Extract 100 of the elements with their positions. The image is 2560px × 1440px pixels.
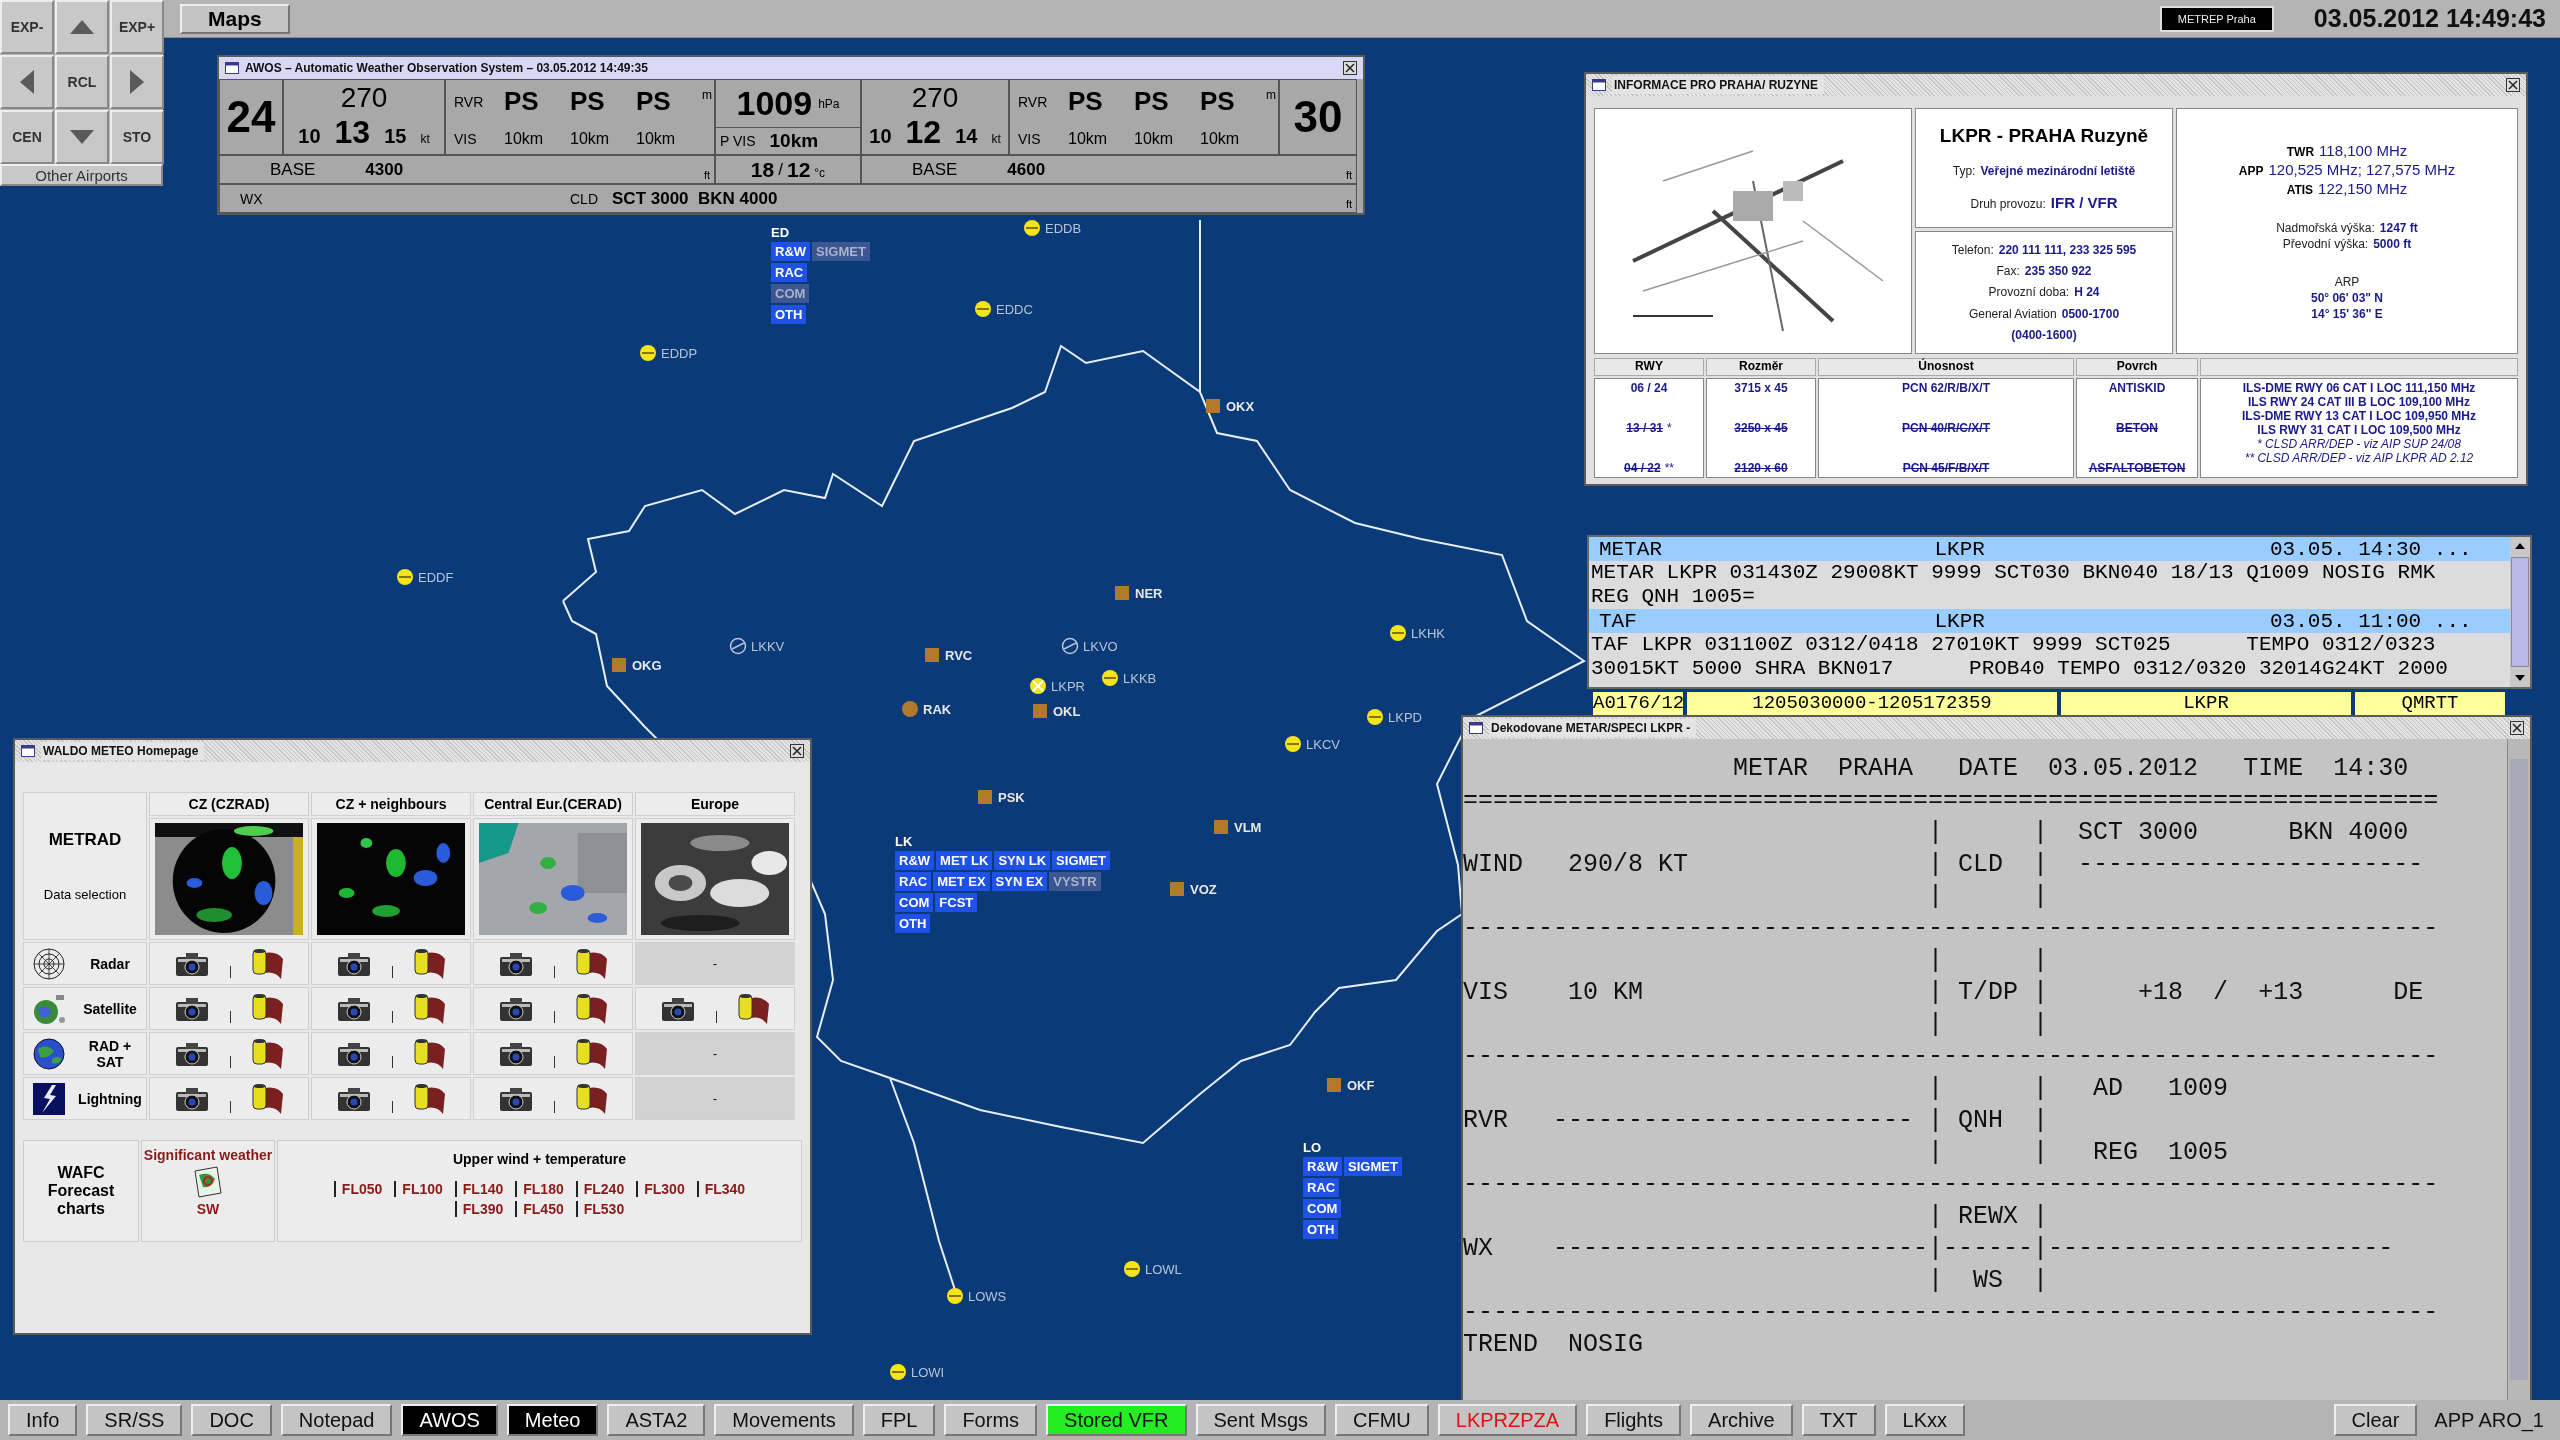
arrow-button[interactable] bbox=[0, 55, 54, 109]
flight-level-link[interactable]: FL450 bbox=[515, 1201, 564, 1217]
crossed-circle-icon[interactable] bbox=[729, 637, 747, 655]
arrow-button[interactable] bbox=[55, 110, 109, 164]
film-roll-icon[interactable] bbox=[250, 1036, 285, 1071]
message-button[interactable]: RAC bbox=[895, 872, 932, 891]
message-button[interactable]: R&W bbox=[771, 242, 811, 261]
close-icon[interactable] bbox=[790, 744, 804, 758]
taskbar-button[interactable]: ASTA2 bbox=[607, 1404, 706, 1436]
arrow-button[interactable] bbox=[55, 0, 109, 54]
message-button[interactable]: COM bbox=[895, 893, 934, 912]
airport-icon[interactable] bbox=[1101, 669, 1119, 687]
message-button[interactable]: R&W bbox=[895, 851, 935, 870]
film-roll-icon[interactable] bbox=[250, 991, 285, 1026]
flight-level-link[interactable]: FL530 bbox=[575, 1201, 625, 1217]
film-roll-icon[interactable] bbox=[574, 991, 609, 1026]
airport-icon[interactable] bbox=[889, 1363, 907, 1381]
message-button[interactable]: MET LK bbox=[936, 851, 993, 870]
flight-level-link[interactable]: FL140 bbox=[454, 1181, 504, 1197]
taskbar-button[interactable]: CFMU bbox=[1335, 1404, 1429, 1436]
sigwx-link[interactable]: SW bbox=[196, 1201, 220, 1217]
square-marker-icon[interactable] bbox=[923, 646, 941, 664]
flight-level-link[interactable]: FL050 bbox=[333, 1181, 383, 1197]
square-marker-icon[interactable] bbox=[1113, 584, 1131, 602]
film-roll-icon[interactable] bbox=[574, 946, 609, 981]
taskbar-button[interactable]: Meteo bbox=[506, 1404, 599, 1436]
airport-icon[interactable] bbox=[1023, 219, 1041, 237]
message-button[interactable]: COM bbox=[1303, 1199, 1342, 1218]
taskbar-button[interactable]: DOC bbox=[191, 1404, 272, 1436]
scrollbar[interactable] bbox=[2507, 739, 2530, 1400]
taskbar-button[interactable]: Archive bbox=[1690, 1404, 1793, 1436]
message-button[interactable]: SIGMET bbox=[1344, 1157, 1402, 1176]
taskbar-button[interactable]: Notepad bbox=[280, 1404, 393, 1436]
airport-icon[interactable] bbox=[396, 568, 414, 586]
taskbar-button[interactable]: AWOS bbox=[401, 1404, 498, 1436]
square-marker-icon[interactable] bbox=[976, 788, 994, 806]
message-button[interactable]: OTH bbox=[771, 305, 807, 324]
message-button[interactable]: SIGMET bbox=[1052, 851, 1110, 870]
airport-icon[interactable] bbox=[946, 1287, 964, 1305]
airport-icon[interactable] bbox=[1029, 677, 1047, 695]
close-icon[interactable] bbox=[2506, 78, 2520, 92]
film-roll-icon[interactable] bbox=[412, 1036, 447, 1071]
arrow-button[interactable] bbox=[110, 55, 164, 109]
map-control-button[interactable]: EXP- bbox=[0, 0, 54, 54]
square-marker-icon[interactable] bbox=[1212, 818, 1230, 836]
taskbar-button[interactable]: Stored VFR bbox=[1046, 1404, 1187, 1436]
other-airports-button[interactable]: Other Airports bbox=[0, 164, 163, 186]
taskbar-button[interactable]: Info bbox=[8, 1404, 78, 1436]
message-button[interactable]: RAC bbox=[1303, 1178, 1340, 1197]
film-roll-icon[interactable] bbox=[574, 1036, 609, 1071]
square-marker-icon[interactable] bbox=[1168, 880, 1186, 898]
airport-icon[interactable] bbox=[974, 300, 992, 318]
square-marker-icon[interactable] bbox=[1204, 397, 1222, 415]
taskbar-button[interactable]: LKxx bbox=[1884, 1404, 1965, 1436]
taskbar-button[interactable]: Sent Msgs bbox=[1195, 1404, 1326, 1436]
message-button[interactable]: FCST bbox=[935, 893, 978, 912]
message-button[interactable]: MET EX bbox=[933, 872, 990, 891]
film-roll-icon[interactable] bbox=[412, 1081, 447, 1116]
flight-level-link[interactable]: FL340 bbox=[696, 1181, 746, 1197]
flight-level-link[interactable]: FL240 bbox=[575, 1181, 625, 1197]
airport-icon[interactable] bbox=[1366, 708, 1384, 726]
square-marker-icon[interactable] bbox=[610, 656, 628, 674]
scroll-thumb[interactable] bbox=[2511, 557, 2529, 667]
message-button[interactable]: SYN LK bbox=[994, 851, 1051, 870]
film-roll-icon[interactable] bbox=[574, 1081, 609, 1116]
scrollbar[interactable] bbox=[2510, 537, 2530, 687]
map-control-button[interactable]: CEN bbox=[0, 110, 54, 164]
airport-icon[interactable] bbox=[1389, 624, 1407, 642]
flight-level-link[interactable]: FL300 bbox=[636, 1181, 685, 1197]
close-icon[interactable] bbox=[1343, 61, 1357, 75]
film-roll-icon[interactable] bbox=[250, 1081, 285, 1116]
taskbar-button[interactable]: Forms bbox=[944, 1404, 1038, 1436]
message-button[interactable]: OTH bbox=[895, 914, 931, 933]
message-button[interactable]: OTH bbox=[1303, 1220, 1339, 1239]
taskbar-button[interactable]: Movements bbox=[714, 1404, 854, 1436]
message-button[interactable]: RAC bbox=[771, 263, 808, 282]
airport-icon[interactable] bbox=[1123, 1260, 1141, 1278]
crossed-circle-icon[interactable] bbox=[1061, 637, 1079, 655]
airport-icon[interactable] bbox=[639, 344, 657, 362]
airport-icon[interactable] bbox=[1284, 735, 1302, 753]
flight-level-link[interactable]: FL180 bbox=[515, 1181, 564, 1197]
taskbar-button[interactable]: TXT bbox=[1801, 1404, 1876, 1436]
square-marker-icon[interactable] bbox=[1325, 1076, 1343, 1094]
film-roll-icon[interactable] bbox=[412, 946, 447, 981]
film-roll-icon[interactable] bbox=[250, 946, 285, 981]
close-icon[interactable] bbox=[2510, 721, 2524, 735]
flight-level-link[interactable]: FL390 bbox=[454, 1201, 504, 1217]
map-control-button[interactable]: EXP+ bbox=[110, 0, 164, 54]
taskbar-button[interactable]: FPL bbox=[862, 1404, 936, 1436]
maps-tab[interactable]: Maps bbox=[180, 3, 290, 34]
film-roll-icon[interactable] bbox=[736, 991, 771, 1026]
taskbar-button[interactable]: SR/SS bbox=[86, 1404, 183, 1436]
message-button[interactable]: SYN EX bbox=[991, 872, 1048, 891]
map-control-button[interactable]: RCL bbox=[55, 55, 109, 109]
flight-level-link[interactable]: FL100 bbox=[394, 1181, 443, 1197]
film-roll-icon[interactable] bbox=[412, 991, 447, 1026]
chart-icon[interactable] bbox=[191, 1165, 225, 1199]
square-marker-icon[interactable] bbox=[1031, 702, 1049, 720]
map-control-button[interactable]: STO bbox=[110, 110, 164, 164]
clear-button[interactable]: Clear bbox=[2333, 1404, 2418, 1436]
